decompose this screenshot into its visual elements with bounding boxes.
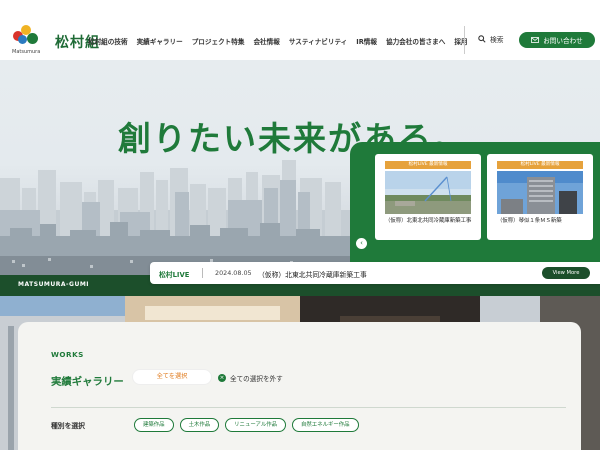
search-icon <box>478 35 486 43</box>
news-bar[interactable]: 松村LIVE 2024.08.05 （仮称）北東北共同冷蔵庫新築工事 View … <box>150 262 600 284</box>
chip-architecture[interactable]: 建築作品 <box>134 418 174 432</box>
chip-renewal[interactable]: リニューアル作品 <box>225 418 287 432</box>
live-card[interactable]: 松村LIVE 最新情報 （仮称）北東北共同冷蔵庫新築工事 <box>375 154 481 240</box>
chip-civil[interactable]: 土木作品 <box>179 418 220 432</box>
live-card[interactable]: 松村LIVE 最新情報 （仮称）琴似１条ＭＳ新築 <box>487 154 593 240</box>
logo-subtext: Matsumura <box>12 49 41 55</box>
global-nav: 松村組の技術 実績ギャラリー プロジェクト特集 会社情報 サスティナビリティ I… <box>88 36 477 46</box>
nav-item-recruit[interactable]: 採用 <box>454 36 467 46</box>
close-icon: × <box>218 374 226 382</box>
live-card-thumbnail <box>497 171 583 214</box>
news-title[interactable]: （仮称）北東北共同冷蔵庫新築工事 <box>258 269 367 279</box>
nav-item-partners[interactable]: 協力会社の皆さまへ <box>386 36 445 46</box>
works-divider <box>51 407 566 408</box>
site-header: 松村組 Matsumura 松村組の技術 実績ギャラリー プロジェクト特集 会社… <box>0 0 600 60</box>
live-card-thumbnail <box>385 171 471 214</box>
nav-item-projects[interactable]: プロジェクト特集 <box>192 36 245 46</box>
header-divider <box>464 26 465 54</box>
mail-icon <box>531 37 540 43</box>
nav-item-sustainability[interactable]: サスティナビリティ <box>289 36 347 46</box>
view-more-button[interactable]: View More <box>542 267 590 279</box>
nav-item-technology[interactable]: 松村組の技術 <box>88 36 128 46</box>
nav-item-ir[interactable]: IR情報 <box>356 36 377 46</box>
news-separator <box>202 268 203 278</box>
select-all-button[interactable]: 全てを選択 <box>133 370 211 384</box>
news-date: 2024.08.05 <box>215 269 252 277</box>
works-section-label: WORKS <box>51 350 84 359</box>
live-card-badge: 松村LIVE 最新情報 <box>385 161 471 169</box>
search-button[interactable]: 検索 <box>478 34 504 44</box>
live-card-caption: （仮称）琴似１条ＭＳ新築 <box>497 218 562 224</box>
logo-mark-icon[interactable] <box>13 25 39 45</box>
type-filter-label: 種別を選択 <box>51 422 85 430</box>
brand-text: MATSUMURA-GUMI <box>18 281 90 288</box>
contact-button[interactable]: お問い合わせ <box>519 32 595 48</box>
chevron-left-icon: ‹ <box>360 239 363 247</box>
nav-item-gallery[interactable]: 実績ギャラリー <box>137 36 183 46</box>
contact-label: お問い合わせ <box>543 37 583 45</box>
chip-renewable-energy[interactable]: 自然エネルギー作品 <box>292 418 359 432</box>
type-filter-chips: 建築作品 土木作品 リニューアル作品 自然エネルギー作品 <box>134 418 359 432</box>
news-label: 松村LIVE <box>159 271 190 279</box>
live-card-badge: 松村LIVE 最新情報 <box>497 161 583 169</box>
clear-all-button[interactable]: × 全ての選択を外す <box>218 373 283 383</box>
clear-all-label: 全ての選択を外す <box>230 375 283 383</box>
live-card-caption: （仮称）北東北共同冷蔵庫新築工事 <box>385 218 472 224</box>
works-title: 実績ギャラリー <box>51 376 124 388</box>
works-panel: WORKS 実績ギャラリー 全てを選択 × 全ての選択を外す 種別を選択 建築作… <box>18 322 581 450</box>
carousel-prev-button[interactable]: ‹ <box>356 238 367 249</box>
search-label: 検索 <box>490 36 504 44</box>
nav-item-company[interactable]: 会社情報 <box>253 36 279 46</box>
